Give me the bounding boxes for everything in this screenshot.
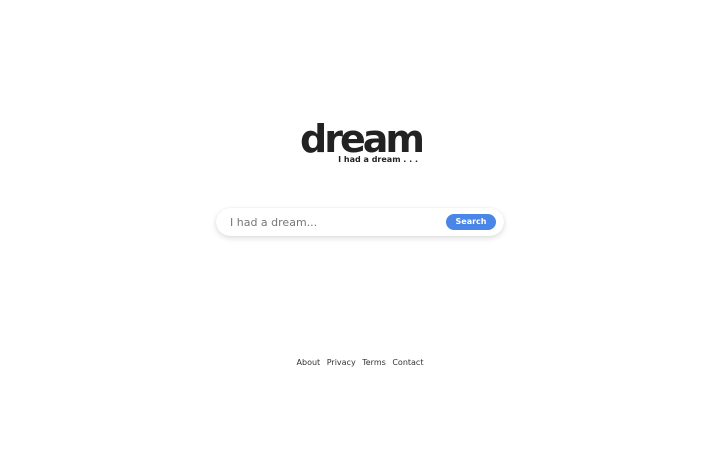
search-bar: Search	[216, 208, 504, 236]
search-input[interactable]	[230, 212, 440, 232]
footer-links: About Privacy Terms Contact	[0, 358, 720, 367]
page: dream I had a dream . . . Search About P…	[0, 0, 720, 450]
footer-link-about[interactable]: About	[297, 358, 321, 367]
logo-tagline: I had a dream . . .	[338, 155, 418, 164]
dream-logo: dream I had a dream . . .	[300, 120, 422, 166]
footer-link-terms[interactable]: Terms	[362, 358, 386, 367]
footer-link-contact[interactable]: Contact	[392, 358, 423, 367]
search-button[interactable]: Search	[446, 214, 496, 230]
footer-link-privacy[interactable]: Privacy	[327, 358, 356, 367]
dream-logo-graphic: dream I had a dream . . .	[300, 120, 422, 164]
